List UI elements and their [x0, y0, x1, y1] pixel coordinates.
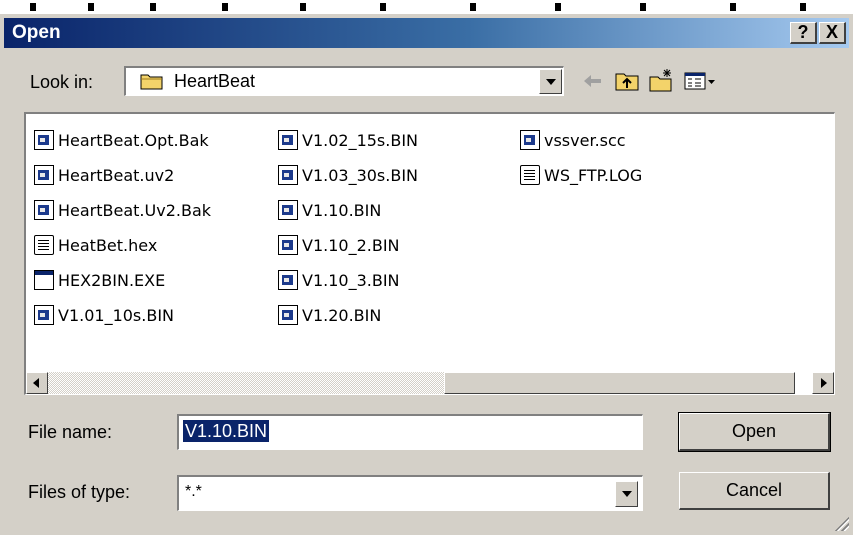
files-of-type-label: Files of type: — [28, 482, 131, 502]
file-name-label: File name: — [28, 422, 113, 442]
cancel-button[interactable]: Cancel — [679, 472, 830, 510]
file-item[interactable]: V1.20.BIN — [278, 303, 381, 327]
file-item[interactable]: V1.02_15s.BIN — [278, 128, 418, 152]
exe-file-icon — [34, 270, 54, 290]
file-item[interactable]: HeartBeat.uv2 — [34, 163, 174, 187]
back-arrow-icon[interactable] — [580, 68, 606, 94]
files-of-type-dropdown-button[interactable] — [615, 481, 638, 507]
open-button[interactable]: Open — [678, 412, 831, 452]
folder-icon — [140, 72, 164, 90]
file-item[interactable]: V1.01_10s.BIN — [34, 303, 174, 327]
scroll-left-button[interactable] — [26, 372, 48, 394]
look-in-label: Look in: — [30, 72, 94, 92]
scroll-right-button[interactable] — [812, 372, 834, 394]
bin-file-icon — [34, 305, 54, 325]
scroll-thumb[interactable] — [444, 372, 795, 394]
file-item[interactable]: V1.10_3.BIN — [278, 268, 400, 292]
look-in-dropdown-button[interactable] — [539, 69, 562, 94]
resize-grip-icon[interactable] — [833, 515, 849, 531]
file-item[interactable]: V1.10_2.BIN — [278, 233, 400, 257]
file-item[interactable]: WS_FTP.LOG — [520, 163, 642, 187]
window-title: Open — [12, 22, 61, 43]
help-button[interactable]: ? — [790, 22, 817, 44]
close-button[interactable]: X — [819, 22, 846, 44]
bin-file-icon — [278, 235, 298, 255]
look-in-value: HeartBeat — [174, 71, 256, 91]
file-item[interactable]: HEX2BIN.EXE — [34, 268, 165, 292]
view-menu-icon[interactable] — [683, 68, 717, 94]
bin-file-icon — [278, 130, 298, 150]
file-item[interactable]: V1.10.BIN — [278, 198, 381, 222]
file-name-value: V1.10.BIN — [183, 420, 270, 442]
horizontal-scrollbar[interactable] — [26, 372, 834, 394]
file-item[interactable]: HeartBeat.Uv2.Bak — [34, 198, 211, 222]
bin-file-icon — [34, 165, 54, 185]
new-folder-icon[interactable] — [648, 68, 674, 94]
text-file-icon — [34, 235, 54, 255]
bin-file-icon — [278, 270, 298, 290]
text-file-icon — [520, 165, 540, 185]
bin-file-icon — [34, 200, 54, 220]
file-item[interactable]: HeartBeat.Opt.Bak — [34, 128, 209, 152]
scroll-track[interactable] — [48, 372, 444, 394]
file-name-input[interactable]: V1.10.BIN — [177, 414, 643, 450]
file-item[interactable]: vssver.scc — [520, 128, 626, 152]
scroll-right-icon — [821, 378, 827, 388]
file-item[interactable]: HeatBet.hex — [34, 233, 157, 257]
bin-file-icon — [520, 130, 540, 150]
scroll-left-icon — [33, 378, 39, 388]
background-strip — [0, 0, 853, 14]
bin-file-icon — [278, 200, 298, 220]
bin-file-icon — [34, 130, 54, 150]
look-in-combo[interactable]: HeartBeat — [124, 66, 564, 96]
files-of-type-value: *.* — [185, 483, 202, 500]
up-folder-icon[interactable] — [614, 68, 640, 94]
title-bar[interactable]: Open ? X — [4, 18, 849, 48]
file-list[interactable]: HeartBeat.Opt.Bak HeartBeat.uv2 HeartBea… — [24, 112, 835, 395]
file-item[interactable]: V1.03_30s.BIN — [278, 163, 418, 187]
bin-file-icon — [278, 305, 298, 325]
files-of-type-combo[interactable]: *.* — [177, 475, 643, 511]
bin-file-icon — [278, 165, 298, 185]
